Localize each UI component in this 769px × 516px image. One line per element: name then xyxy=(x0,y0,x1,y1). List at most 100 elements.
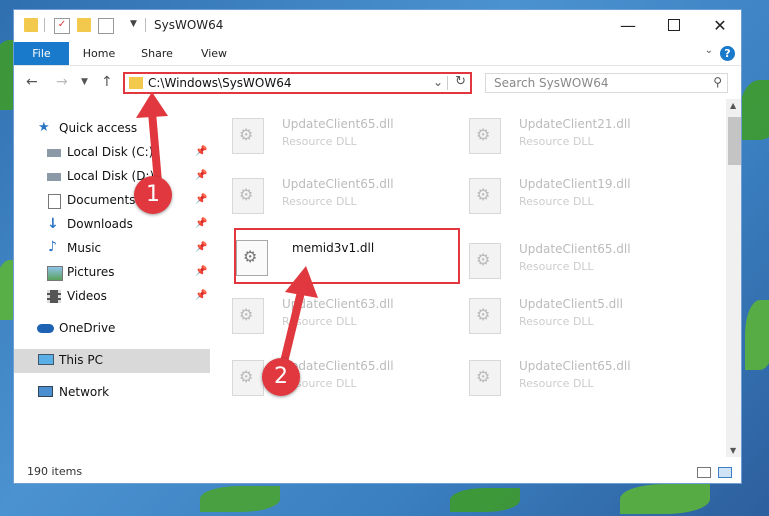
sidebar-item-music[interactable]: ♪ Music 📌 xyxy=(14,237,210,261)
file-type: Resource DLL xyxy=(519,135,594,148)
tab-share[interactable]: Share xyxy=(132,42,182,65)
file-name: UpdateClient65.dll xyxy=(519,359,631,373)
background-leaf xyxy=(620,484,710,514)
sidebar-item-pictures[interactable]: Pictures 📌 xyxy=(14,261,210,285)
forward-arrow-icon[interactable]: → xyxy=(56,74,68,90)
file-name: UpdateClient65.dll xyxy=(282,117,394,131)
sidebar-item-documents[interactable]: Documents 📌 xyxy=(14,189,210,213)
file-item[interactable]: UpdateClient63.dll Resource DLL xyxy=(210,289,440,339)
pin-icon[interactable]: 📌 xyxy=(195,242,207,253)
help-icon[interactable]: ? xyxy=(720,46,735,61)
drive-icon xyxy=(47,149,61,157)
file-item[interactable]: UpdateClient21.dll Resource DLL xyxy=(447,109,677,159)
sidebar-item-label: Music xyxy=(67,241,102,255)
window-title: SysWOW64 xyxy=(154,18,224,32)
sidebar-item-label: Network xyxy=(59,385,110,399)
close-button[interactable]: ✕ xyxy=(697,10,741,40)
dll-file-icon xyxy=(232,298,264,334)
background-leaf xyxy=(745,300,769,370)
file-item[interactable]: UpdateClient65.dll Resource DLL xyxy=(447,351,677,401)
file-item[interactable]: UpdateClient19.dll Resource DLL xyxy=(447,169,677,219)
highlight-box xyxy=(234,228,460,284)
monitor-icon xyxy=(38,354,54,365)
navigation-bar: ← → ▼ ↑ C:\Windows\SysWOW64 ⌄ ↻ Search S… xyxy=(14,65,741,100)
network-icon xyxy=(38,386,53,397)
music-note-icon: ♪ xyxy=(48,239,57,255)
sidebar-item-onedrive[interactable]: OneDrive xyxy=(14,317,210,341)
chevron-down-icon[interactable]: ⌄ xyxy=(433,75,443,89)
file-item[interactable]: UpdateClient65.dll Resource DLL xyxy=(210,169,440,219)
pin-icon[interactable]: 📌 xyxy=(195,266,207,277)
sidebar-item-network[interactable]: Network xyxy=(14,381,210,405)
new-folder-icon[interactable] xyxy=(77,18,91,32)
sidebar-item-downloads[interactable]: ↓ Downloads 📌 xyxy=(14,213,210,237)
separator xyxy=(145,18,146,32)
status-bar: 190 items xyxy=(14,457,741,483)
file-item[interactable]: UpdateClient65.dll Resource DLL xyxy=(210,351,440,401)
address-path[interactable]: C:\Windows\SysWOW64 xyxy=(148,76,292,90)
pin-icon[interactable]: 📌 xyxy=(195,290,207,301)
explorer-window: ✓ ▼ SysWOW64 — ✕ File Home Share View ⌄ … xyxy=(13,9,742,484)
address-bar[interactable]: C:\Windows\SysWOW64 ⌄ ↻ xyxy=(123,72,472,94)
file-item[interactable]: UpdateClient65.dll Resource DLL xyxy=(210,109,440,159)
sidebar-item-label: Local Disk (C:) xyxy=(67,145,154,159)
drive-icon xyxy=(47,173,61,181)
pin-icon[interactable]: 📌 xyxy=(195,218,207,229)
vertical-scrollbar[interactable]: ▲ ▼ xyxy=(726,99,741,457)
scroll-up-arrow-icon[interactable]: ▲ xyxy=(730,101,736,110)
scroll-down-arrow-icon[interactable]: ▼ xyxy=(730,446,736,455)
sidebar-item-local-disk-d[interactable]: Local Disk (D:) 📌 xyxy=(14,165,210,189)
search-icon[interactable]: ⚲ xyxy=(713,75,722,89)
recent-chevron-icon[interactable]: ▼ xyxy=(81,77,88,87)
dll-file-icon xyxy=(469,298,501,334)
file-name: UpdateClient19.dll xyxy=(519,177,631,191)
refresh-icon[interactable]: ↻ xyxy=(455,74,466,89)
file-name: UpdateClient5.dll xyxy=(519,297,623,311)
sidebar-item-videos[interactable]: Videos 📌 xyxy=(14,285,210,309)
large-icons-view-icon[interactable] xyxy=(718,467,732,478)
background-leaf xyxy=(200,486,280,512)
chevron-down-icon[interactable]: ▼ xyxy=(130,19,137,29)
file-type: Resource DLL xyxy=(282,195,357,208)
pin-icon[interactable]: 📌 xyxy=(195,194,207,205)
file-name: UpdateClient21.dll xyxy=(519,117,631,131)
file-type: Resource DLL xyxy=(282,135,357,148)
pictures-icon xyxy=(47,266,63,281)
dll-file-icon xyxy=(469,118,501,154)
file-item[interactable]: UpdateClient65.dll Resource DLL xyxy=(447,234,677,284)
view-icon[interactable] xyxy=(98,18,114,34)
back-arrow-icon[interactable]: ← xyxy=(26,74,38,90)
sidebar-item-label: OneDrive xyxy=(59,321,116,335)
sidebar-item-label: This PC xyxy=(59,353,103,367)
pin-icon[interactable]: 📌 xyxy=(195,170,207,181)
sidebar-item-this-pc[interactable]: This PC xyxy=(14,349,210,373)
maximize-button[interactable] xyxy=(651,10,697,40)
step-1-badge: 1 xyxy=(134,176,172,214)
up-arrow-icon[interactable]: ↑ xyxy=(101,74,113,90)
pin-icon[interactable]: 📌 xyxy=(195,146,207,157)
folder-icon xyxy=(24,18,38,32)
sidebar-item-label: Documents xyxy=(67,193,136,207)
chevron-down-icon[interactable]: ⌄ xyxy=(705,45,713,56)
tab-file[interactable]: File xyxy=(14,42,69,65)
tab-home[interactable]: Home xyxy=(76,42,122,65)
file-type: Resource DLL xyxy=(519,195,594,208)
file-type: Resource DLL xyxy=(519,260,594,273)
title-bar: ✓ ▼ SysWOW64 — ✕ xyxy=(14,10,741,42)
details-view-icon[interactable] xyxy=(697,467,711,478)
ribbon: File Home Share View ⌄ ? xyxy=(14,42,741,65)
dll-file-icon xyxy=(469,178,501,214)
sidebar-item-quick-access[interactable]: ★ Quick access xyxy=(14,117,210,141)
folder-icon xyxy=(129,77,143,89)
search-input[interactable]: Search SysWOW64 ⚲ xyxy=(485,73,728,93)
scroll-thumb[interactable] xyxy=(728,117,741,165)
background-leaf xyxy=(450,488,520,512)
file-item[interactable]: UpdateClient5.dll Resource DLL xyxy=(447,289,677,339)
item-count: 190 items xyxy=(27,465,83,478)
navigation-pane: ★ Quick access Local Disk (C:) 📌 Local D… xyxy=(14,99,210,457)
properties-icon[interactable]: ✓ xyxy=(54,18,70,34)
sidebar-item-local-disk-c[interactable]: Local Disk (C:) 📌 xyxy=(14,141,210,165)
sidebar-item-label: Pictures xyxy=(67,265,115,279)
tab-view[interactable]: View xyxy=(192,42,236,65)
minimize-button[interactable]: — xyxy=(605,10,651,40)
